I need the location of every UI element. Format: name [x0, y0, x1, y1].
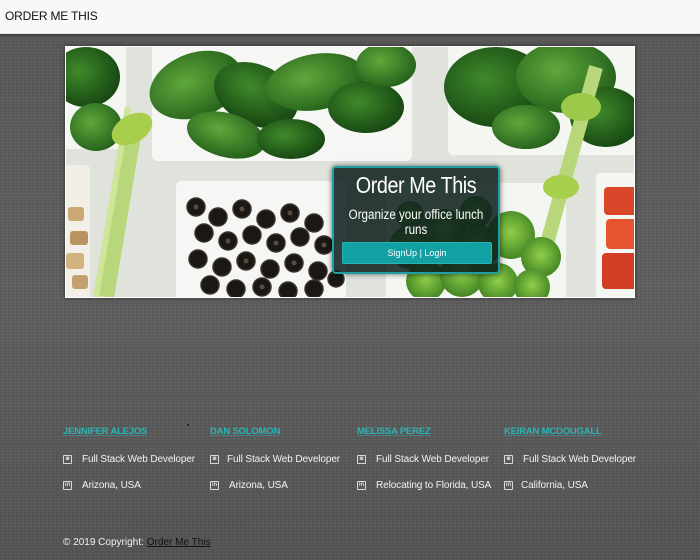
linkedin-icon[interactable]: in	[210, 481, 219, 490]
member-location: Relocating to Florida, USA	[376, 480, 492, 491]
member-role: Full Stack Web Developer	[376, 454, 490, 465]
member-name[interactable]: KEIRAN MCDOUGALL	[504, 426, 602, 437]
member-location: California, USA	[521, 480, 588, 491]
member-name[interactable]: MELISSA PEREZ	[357, 426, 431, 437]
decorative-dot	[187, 424, 189, 426]
footer-home-link[interactable]: Order Me This	[147, 537, 211, 548]
hero-subtitle: Organize your office lunch runs	[348, 207, 484, 237]
github-icon[interactable]: ◙	[504, 455, 513, 464]
member-location: Arizona, USA	[82, 480, 141, 491]
github-icon[interactable]: ◙	[63, 455, 72, 464]
footer: © 2019 Copyright: Order Me This	[63, 537, 210, 548]
navbar: ORDER ME THIS	[0, 0, 700, 34]
linkedin-icon[interactable]: in	[357, 481, 366, 490]
member-name[interactable]: JENNIFER ALEJOS	[63, 426, 147, 437]
member-name[interactable]: DAN SOLOMON	[210, 426, 280, 437]
member-role: Full Stack Web Developer	[227, 454, 341, 465]
copyright-text: © 2019 Copyright:	[63, 537, 144, 548]
hero-card: Order Me This Organize your office lunch…	[332, 166, 500, 274]
linkedin-icon[interactable]: in	[63, 481, 72, 490]
hero-banner: Order Me This Organize your office lunch…	[65, 46, 635, 298]
member-location: Arizona, USA	[229, 480, 288, 491]
linkedin-icon[interactable]: in	[504, 481, 513, 490]
navbar-divider	[0, 34, 700, 37]
member-role: Full Stack Web Developer	[82, 454, 196, 465]
github-icon[interactable]: ◙	[357, 455, 366, 464]
member-role: Full Stack Web Developer	[523, 454, 637, 465]
signup-login-button[interactable]: SignUp | Login	[342, 242, 492, 264]
brand-link[interactable]: ORDER ME THIS	[5, 9, 98, 23]
hero-title: Order Me This	[355, 172, 477, 198]
github-icon[interactable]: ◙	[210, 455, 219, 464]
